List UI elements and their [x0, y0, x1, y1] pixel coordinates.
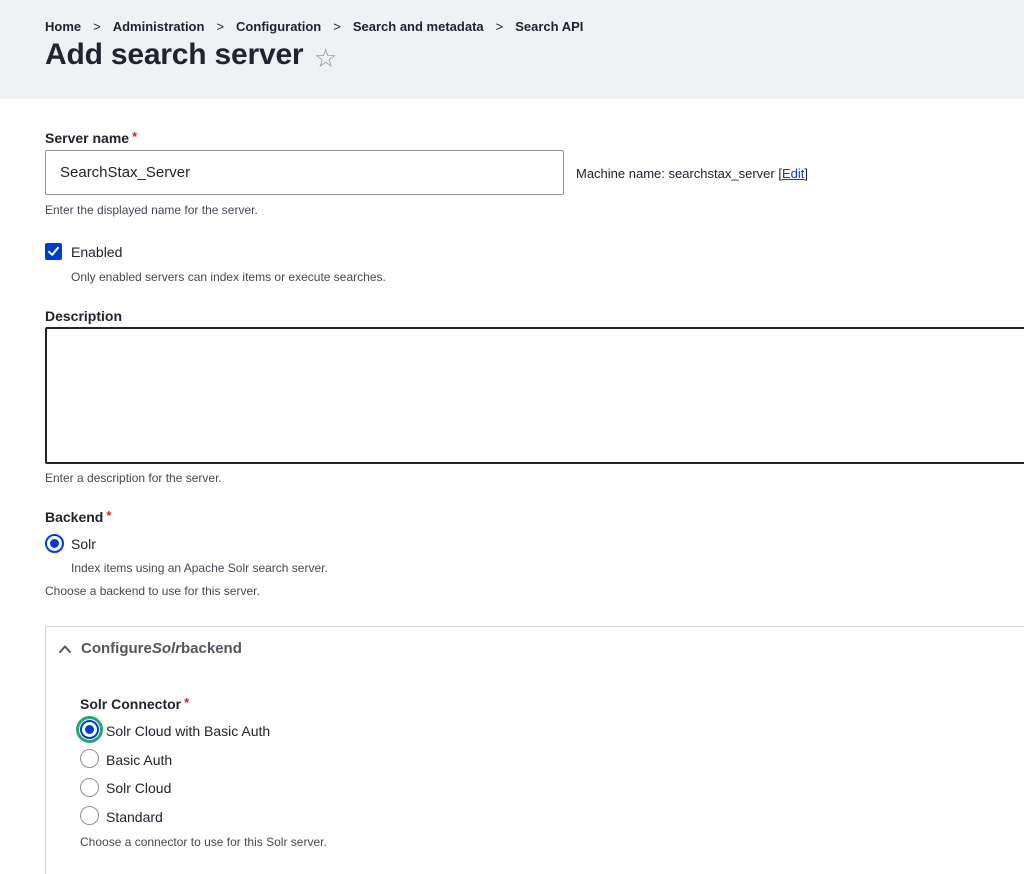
backend-solr-label[interactable]: Solr: [71, 536, 96, 552]
description-help: Enter a description for the server.: [45, 471, 222, 485]
breadcrumb-administration[interactable]: Administration: [113, 19, 205, 34]
description-label: Description: [45, 308, 123, 324]
machine-name-edit-link[interactable]: Edit: [782, 166, 804, 181]
breadcrumb-home[interactable]: Home: [45, 19, 81, 34]
breadcrumb-search-and-metadata[interactable]: Search and metadata: [353, 19, 484, 34]
breadcrumb-search-api[interactable]: Search API: [515, 19, 583, 34]
connector-label-solr-cloud-basic-auth[interactable]: Solr Cloud with Basic Auth: [106, 723, 270, 739]
server-name-label: Server name *: [45, 129, 138, 146]
breadcrumb-separator-icon: >: [333, 19, 341, 34]
connector-radio-solr-cloud-basic-auth[interactable]: [80, 720, 99, 739]
server-name-input[interactable]: SearchStax_Server: [45, 150, 564, 195]
backend-solr-help: Index items using an Apache Solr search …: [71, 561, 328, 575]
star-icon[interactable]: ☆: [314, 42, 337, 74]
connector-label-basic-auth[interactable]: Basic Auth: [106, 752, 172, 768]
enabled-checkbox[interactable]: [45, 243, 62, 260]
enabled-label[interactable]: Enabled: [71, 244, 122, 260]
required-marker: *: [132, 129, 138, 144]
machine-name: Machine name: searchstax_server [Edit]: [576, 166, 808, 181]
page-header: Home > Administration > Configuration > …: [0, 0, 1024, 99]
breadcrumb-configuration[interactable]: Configuration: [236, 19, 321, 34]
breadcrumb: Home > Administration > Configuration > …: [45, 19, 583, 34]
server-name-help: Enter the displayed name for the server.: [45, 203, 258, 217]
breadcrumb-separator-icon: >: [216, 19, 225, 34]
connector-radio-basic-auth[interactable]: [80, 749, 99, 768]
breadcrumb-separator-icon: >: [495, 19, 504, 34]
required-marker: *: [184, 695, 190, 710]
backend-label: Backend *: [45, 508, 112, 525]
backend-solr-radio[interactable]: [45, 534, 64, 553]
connector-radio-standard[interactable]: [80, 806, 99, 825]
connector-label-standard[interactable]: Standard: [106, 809, 163, 825]
connector-label-solr-cloud[interactable]: Solr Cloud: [106, 780, 171, 796]
solr-backend-summary[interactable]: Configure Solr backend: [58, 640, 242, 657]
solr-connector-label: Solr Connector *: [80, 695, 190, 712]
connector-radio-solr-cloud[interactable]: [80, 778, 99, 797]
required-marker: *: [106, 508, 112, 523]
backend-help: Choose a backend to use for this server.: [45, 584, 260, 598]
enabled-help: Only enabled servers can index items or …: [71, 270, 386, 284]
chevron-up-icon: [59, 645, 71, 653]
description-textarea[interactable]: [45, 327, 1024, 464]
breadcrumb-separator-icon: >: [93, 19, 101, 34]
solr-connector-help: Choose a connector to use for this Solr …: [80, 835, 327, 849]
page-title: Add search server: [45, 38, 304, 71]
checkmark-icon: [48, 246, 59, 256]
